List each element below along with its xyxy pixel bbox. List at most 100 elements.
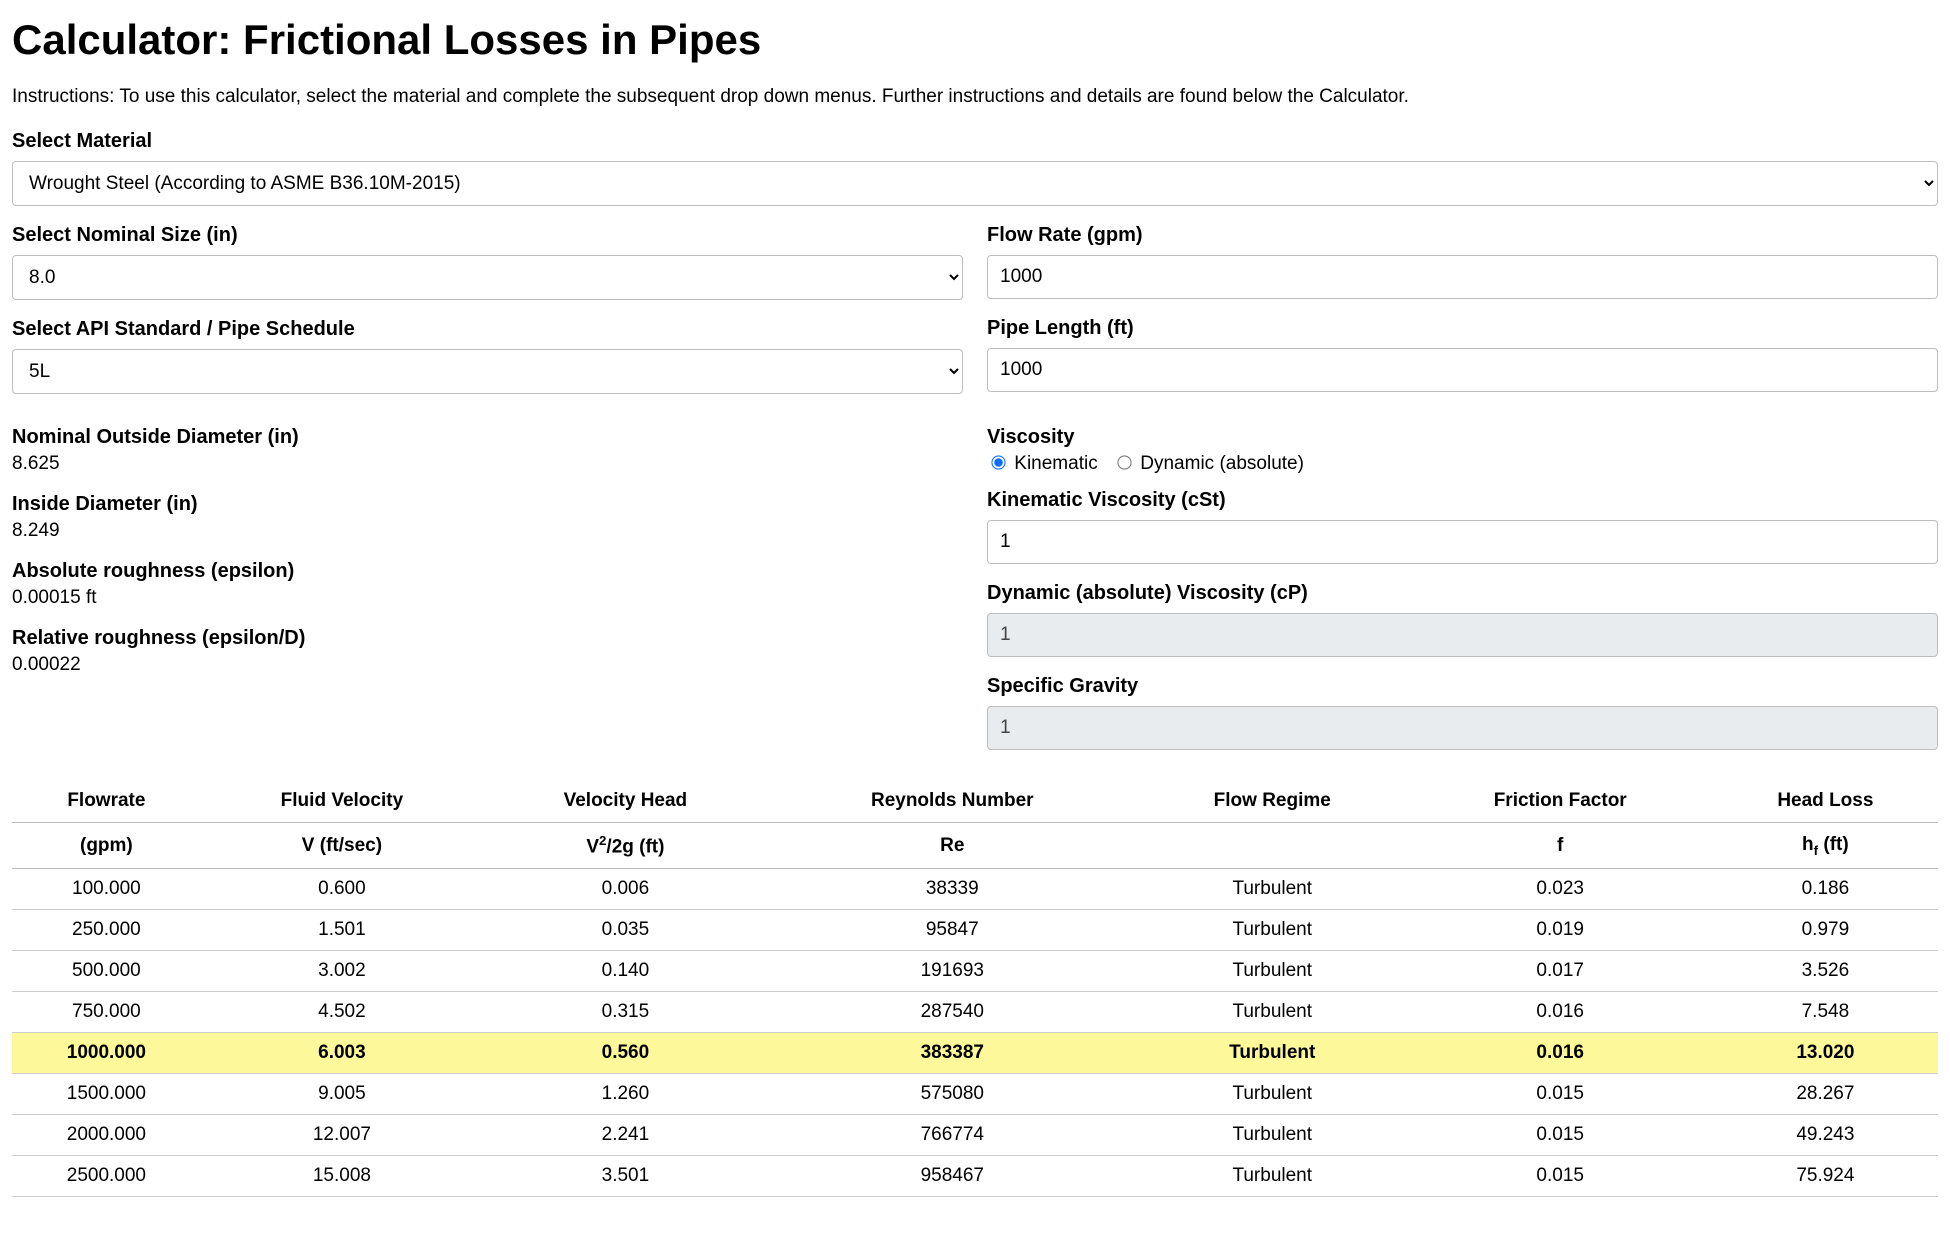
cell-ff: 0.019 <box>1408 910 1713 951</box>
rel-rough-label: Relative roughness (epsilon/D) <box>12 627 963 650</box>
cell-reynolds: 383387 <box>768 1033 1137 1074</box>
cell-hloss: 13.020 <box>1713 1033 1938 1074</box>
cell-regime: Turbulent <box>1137 910 1408 951</box>
nominal-size-label: Select Nominal Size (in) <box>12 224 963 247</box>
cell-vhead: 3.501 <box>483 1156 768 1197</box>
unit-hloss: hf (ft) <box>1713 823 1938 869</box>
cell-regime: Turbulent <box>1137 1115 1408 1156</box>
pipe-length-label: Pipe Length (ft) <box>987 317 1938 340</box>
cell-hloss: 28.267 <box>1713 1074 1938 1115</box>
col-ff: Friction Factor <box>1408 780 1713 823</box>
table-row: 2000.00012.0072.241766774Turbulent0.0154… <box>12 1115 1938 1156</box>
cell-flowrate: 250.000 <box>12 910 201 951</box>
cell-regime: Turbulent <box>1137 951 1408 992</box>
cell-velocity: 0.600 <box>201 869 483 910</box>
schedule-label: Select API Standard / Pipe Schedule <box>12 318 963 341</box>
cell-hloss: 0.979 <box>1713 910 1938 951</box>
cell-vhead: 0.006 <box>483 869 768 910</box>
dyn-visc-input <box>987 613 1938 657</box>
col-velocity: Fluid Velocity <box>201 780 483 823</box>
cell-velocity: 12.007 <box>201 1115 483 1156</box>
cell-ff: 0.015 <box>1408 1074 1713 1115</box>
viscosity-dynamic-radio[interactable] <box>1117 455 1131 469</box>
cell-hloss: 75.924 <box>1713 1156 1938 1197</box>
viscosity-kinematic-option[interactable]: Kinematic <box>987 453 1103 474</box>
kin-visc-input[interactable] <box>987 520 1938 564</box>
table-row: 1000.0006.0030.560383387Turbulent0.01613… <box>12 1033 1938 1074</box>
cell-velocity: 1.501 <box>201 910 483 951</box>
kin-visc-label: Kinematic Viscosity (cSt) <box>987 489 1938 512</box>
cell-flowrate: 2000.000 <box>12 1115 201 1156</box>
table-row: 2500.00015.0083.501958467Turbulent0.0157… <box>12 1156 1938 1197</box>
cell-ff: 0.015 <box>1408 1156 1713 1197</box>
cell-flowrate: 2500.000 <box>12 1156 201 1197</box>
col-regime: Flow Regime <box>1137 780 1408 823</box>
abs-rough-label: Absolute roughness (epsilon) <box>12 560 963 583</box>
cell-reynolds: 766774 <box>768 1115 1137 1156</box>
cell-reynolds: 95847 <box>768 910 1137 951</box>
flow-rate-input[interactable] <box>987 255 1938 299</box>
material-label: Select Material <box>12 130 1938 153</box>
schedule-select[interactable]: 5L <box>12 349 963 394</box>
page-title: Calculator: Frictional Losses in Pipes <box>12 16 1938 64</box>
cell-vhead: 0.140 <box>483 951 768 992</box>
sg-input <box>987 706 1938 750</box>
pipe-length-input[interactable] <box>987 348 1938 392</box>
unit-regime <box>1137 823 1408 869</box>
table-row: 100.0000.6000.00638339Turbulent0.0230.18… <box>12 869 1938 910</box>
cell-reynolds: 38339 <box>768 869 1137 910</box>
cell-vhead: 2.241 <box>483 1115 768 1156</box>
cell-flowrate: 750.000 <box>12 992 201 1033</box>
cell-flowrate: 100.000 <box>12 869 201 910</box>
cell-hloss: 0.186 <box>1713 869 1938 910</box>
cell-vhead: 1.260 <box>483 1074 768 1115</box>
table-row: 250.0001.5010.03595847Turbulent0.0190.97… <box>12 910 1938 951</box>
cell-regime: Turbulent <box>1137 1033 1408 1074</box>
cell-reynolds: 287540 <box>768 992 1137 1033</box>
cell-vhead: 0.560 <box>483 1033 768 1074</box>
cell-ff: 0.016 <box>1408 992 1713 1033</box>
cell-vhead: 0.315 <box>483 992 768 1033</box>
cell-velocity: 3.002 <box>201 951 483 992</box>
cell-reynolds: 191693 <box>768 951 1137 992</box>
col-flowrate: Flowrate <box>12 780 201 823</box>
cell-flowrate: 1000.000 <box>12 1033 201 1074</box>
unit-reynolds: Re <box>768 823 1137 869</box>
id-label: Inside Diameter (in) <box>12 493 963 516</box>
unit-velocity: V (ft/sec) <box>201 823 483 869</box>
results-table: Flowrate Fluid Velocity Velocity Head Re… <box>12 780 1938 1197</box>
unit-vhead: V2/2g (ft) <box>483 823 768 869</box>
viscosity-label: Viscosity <box>987 426 1938 449</box>
abs-rough-value: 0.00015 ft <box>12 587 963 609</box>
nod-label: Nominal Outside Diameter (in) <box>12 426 963 449</box>
material-select[interactable]: Wrought Steel (According to ASME B36.10M… <box>12 161 1938 206</box>
cell-ff: 0.016 <box>1408 1033 1713 1074</box>
viscosity-dynamic-option[interactable]: Dynamic (absolute) <box>1113 453 1304 474</box>
viscosity-kinematic-radio[interactable] <box>991 455 1005 469</box>
unit-flowrate: (gpm) <box>12 823 201 869</box>
cell-regime: Turbulent <box>1137 1074 1408 1115</box>
cell-flowrate: 500.000 <box>12 951 201 992</box>
table-row: 500.0003.0020.140191693Turbulent0.0173.5… <box>12 951 1938 992</box>
cell-regime: Turbulent <box>1137 992 1408 1033</box>
table-row: 1500.0009.0051.260575080Turbulent0.01528… <box>12 1074 1938 1115</box>
cell-velocity: 15.008 <box>201 1156 483 1197</box>
cell-hloss: 7.548 <box>1713 992 1938 1033</box>
nominal-size-select[interactable]: 8.0 <box>12 255 963 300</box>
cell-vhead: 0.035 <box>483 910 768 951</box>
table-row: 750.0004.5020.315287540Turbulent0.0167.5… <box>12 992 1938 1033</box>
cell-velocity: 9.005 <box>201 1074 483 1115</box>
cell-ff: 0.017 <box>1408 951 1713 992</box>
sg-label: Specific Gravity <box>987 675 1938 698</box>
cell-reynolds: 958467 <box>768 1156 1137 1197</box>
col-reynolds: Reynolds Number <box>768 780 1137 823</box>
dyn-visc-label: Dynamic (absolute) Viscosity (cP) <box>987 582 1938 605</box>
viscosity-dynamic-text: Dynamic (absolute) <box>1140 453 1304 474</box>
viscosity-kinematic-text: Kinematic <box>1014 453 1097 474</box>
cell-regime: Turbulent <box>1137 1156 1408 1197</box>
cell-hloss: 3.526 <box>1713 951 1938 992</box>
cell-velocity: 6.003 <box>201 1033 483 1074</box>
nod-value: 8.625 <box>12 453 963 475</box>
cell-flowrate: 1500.000 <box>12 1074 201 1115</box>
col-hloss: Head Loss <box>1713 780 1938 823</box>
